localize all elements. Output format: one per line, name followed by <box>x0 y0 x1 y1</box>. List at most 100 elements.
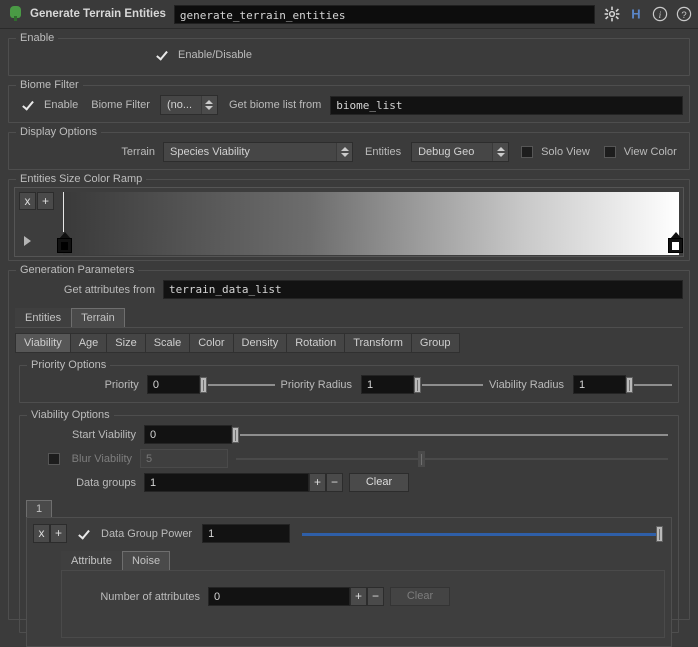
blur-viability-label: Blur Viability <box>71 452 132 465</box>
color-ramp-gradient <box>63 192 679 232</box>
data-groups-label: Data groups <box>76 476 136 489</box>
number-of-attributes-input[interactable]: 0 <box>208 587 350 606</box>
biome-filter-dropdown[interactable]: (no... <box>159 95 218 115</box>
data-group-tab-1[interactable]: 1 <box>26 500 53 517</box>
data-group-power-slider[interactable] <box>294 525 663 543</box>
entities-size-color-ramp-group: Entities Size Color Ramp x + <box>8 173 690 261</box>
data-group-power-label: Data Group Power <box>101 527 193 540</box>
entities-dropdown[interactable]: Debug Geo <box>411 142 510 162</box>
data-group-tabbar: Attribute Noise <box>61 551 665 570</box>
ramp-remove-key-button[interactable]: x <box>19 192 36 210</box>
data-groups-clear-button[interactable]: Clear <box>349 473 409 492</box>
titlebar: Generate Terrain Entities generate_terra… <box>0 0 698 29</box>
blur-viability-input: 5 <box>140 449 228 468</box>
terrain-label: Terrain <box>121 146 155 158</box>
solo-view-checkbox[interactable] <box>521 146 534 158</box>
info-icon[interactable]: i <box>652 6 668 22</box>
terrain-node-icon <box>8 6 23 22</box>
attribute-type-tabbar: Viability Age Size Scale Color Density R… <box>15 333 683 353</box>
data-groups-remove-button[interactable]: − <box>326 473 343 492</box>
data-group-index-tabbar: 1 <box>26 500 672 517</box>
get-attributes-label: Get attributes from <box>63 283 155 296</box>
blur-viability-toggle[interactable] <box>48 452 60 465</box>
gear-icon[interactable] <box>604 6 620 22</box>
attributes-add-button[interactable]: + <box>350 587 367 606</box>
priority-options-label: Priority Options <box>27 359 111 371</box>
data-group-add-button[interactable]: + <box>50 524 67 543</box>
priority-radius-label: Priority Radius <box>280 378 353 391</box>
data-groups-input[interactable]: 1 <box>144 473 309 492</box>
viability-radius-input[interactable]: 1 <box>573 375 627 394</box>
biome-filter-group: Biome Filter Enable Biome Filter (no... … <box>8 79 690 123</box>
node-name-input[interactable]: generate_terrain_entities <box>173 4 595 24</box>
ttab-size[interactable]: Size <box>106 333 145 353</box>
help-icon[interactable]: ? <box>676 6 692 22</box>
color-ramp-group-label: Entities Size Color Ramp <box>16 173 147 185</box>
color-ramp-canvas[interactable] <box>57 192 683 255</box>
number-of-attributes-label: Number of attributes <box>100 590 200 603</box>
view-color-checkbox[interactable] <box>603 146 616 158</box>
ttab-transform[interactable]: Transform <box>344 333 411 353</box>
terrain-dropdown[interactable]: Species Viability <box>163 142 353 162</box>
ttab-viability[interactable]: Viability <box>15 333 70 353</box>
chevron-updown-icon <box>336 143 352 161</box>
data-group-remove-button[interactable]: x <box>33 524 50 543</box>
ttab-density[interactable]: Density <box>232 333 287 353</box>
ttab-group[interactable]: Group <box>410 333 460 353</box>
page-title: Generate Terrain Entities <box>30 8 166 20</box>
priority-label: Priority <box>104 378 139 391</box>
ramp-add-key-button[interactable]: + <box>37 192 54 210</box>
tab-noise[interactable]: Noise <box>121 551 171 570</box>
ttab-rotation[interactable]: Rotation <box>286 333 345 353</box>
tab-terrain[interactable]: Terrain <box>71 308 125 327</box>
generation-parameters-group: Generation Parameters Get attributes fro… <box>8 264 690 647</box>
biome-filter-label: Biome Filter <box>91 99 150 111</box>
ramp-key-handle[interactable] <box>57 232 72 253</box>
entities-dropdown-value: Debug Geo <box>418 146 475 158</box>
data-group-power-input[interactable]: 1 <box>202 524 291 543</box>
viability-options-group: Viability Options Start Viability 0 Blur… <box>19 409 679 647</box>
ttab-color[interactable]: Color <box>189 333 233 353</box>
get-biome-list-label: Get biome list from <box>228 99 322 111</box>
data-groups-add-button[interactable]: + <box>309 473 326 492</box>
chevron-updown-icon <box>200 96 217 114</box>
view-color-label: View Color <box>623 146 677 158</box>
generation-parameters-group-label: Generation Parameters <box>16 264 139 276</box>
enable-disable-checkbox[interactable] <box>157 49 169 61</box>
color-ramp-widget[interactable]: x + <box>14 187 684 257</box>
biome-filter-enable-checkbox[interactable] <box>23 99 35 111</box>
tab-attribute[interactable]: Attribute <box>61 551 122 570</box>
tab-entities[interactable]: Entities <box>15 308 72 327</box>
priority-slider[interactable] <box>199 376 275 394</box>
priority-options-group: Priority Options Priority 0 Priority Rad… <box>19 359 679 403</box>
viability-options-label: Viability Options <box>27 409 114 421</box>
noise-attributes-panel: Number of attributes 0 + − Clear <box>61 570 665 638</box>
biome-list-input[interactable]: biome_list <box>330 95 683 115</box>
get-attributes-input[interactable]: terrain_data_list <box>163 280 683 299</box>
parameter-panel: Generate Terrain Entities generate_terra… <box>0 0 698 647</box>
data-group-enable-checkbox[interactable] <box>79 528 91 540</box>
play-triangle-icon[interactable] <box>24 236 31 246</box>
color-ramp-key-strip[interactable] <box>57 232 683 255</box>
priority-input[interactable]: 0 <box>146 375 200 394</box>
biome-filter-dropdown-value: (no... <box>166 99 193 111</box>
priority-radius-input[interactable]: 1 <box>361 375 415 394</box>
blur-viability-slider <box>228 450 668 468</box>
svg-text:i: i <box>659 11 662 21</box>
start-viability-input[interactable]: 0 <box>144 425 232 444</box>
biome-filter-group-label: Biome Filter <box>16 79 83 91</box>
display-options-group: Display Options Terrain Species Viabilit… <box>8 126 690 170</box>
ramp-key-handle[interactable] <box>668 232 683 253</box>
priority-radius-slider[interactable] <box>414 376 483 394</box>
ttab-scale[interactable]: Scale <box>144 333 190 353</box>
data-group-panel: x + Data Group Power 1 Attribute Noise N… <box>26 517 672 647</box>
enable-disable-label: Enable/Disable <box>178 49 252 61</box>
houdini-h-icon[interactable]: H <box>628 6 644 22</box>
viability-radius-label: Viability Radius <box>488 378 564 391</box>
attributes-remove-button[interactable]: − <box>367 587 384 606</box>
start-viability-slider[interactable] <box>232 426 668 444</box>
enable-group-label: Enable <box>16 32 59 44</box>
viability-radius-slider[interactable] <box>626 376 672 394</box>
ttab-age[interactable]: Age <box>69 333 107 353</box>
svg-text:H: H <box>631 7 640 22</box>
